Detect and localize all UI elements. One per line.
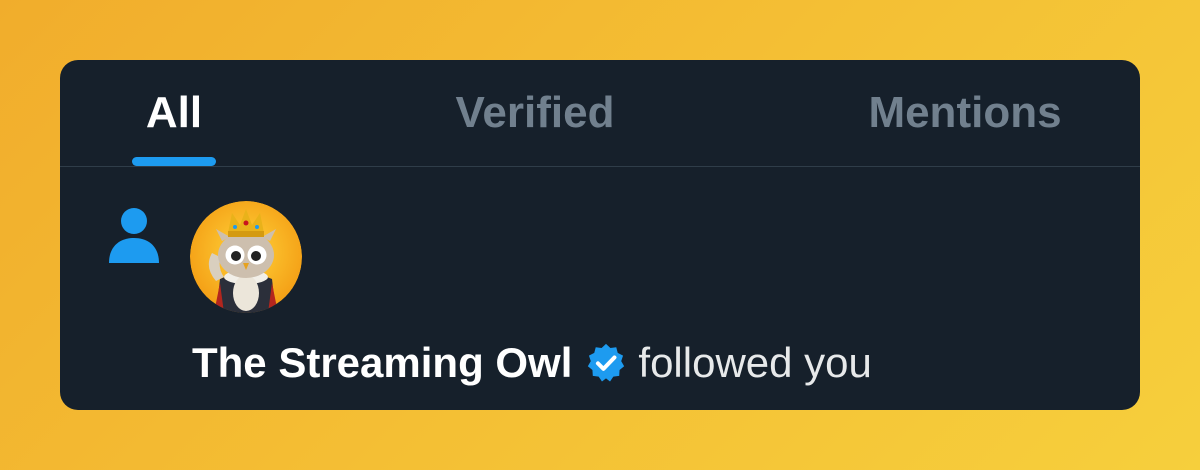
notification-tabs: All Verified Mentions	[60, 60, 1140, 167]
notifications-panel: All Verified Mentions The Streaming Owl …	[60, 60, 1140, 410]
tab-verified[interactable]: Verified	[430, 60, 640, 166]
tab-all[interactable]: All	[120, 60, 228, 166]
owl-avatar[interactable]	[190, 201, 302, 313]
verified-badge-icon	[588, 343, 625, 382]
notification-text: The Streaming Owl followed you	[192, 335, 872, 391]
tab-mentions[interactable]: Mentions	[850, 60, 1080, 166]
active-tab-indicator	[132, 157, 216, 166]
notification-item[interactable]: The Streaming Owl followed you	[60, 167, 1140, 410]
display-name[interactable]: The Streaming Owl	[192, 339, 572, 387]
person-icon	[109, 208, 159, 263]
notification-action: followed you	[638, 339, 872, 386]
